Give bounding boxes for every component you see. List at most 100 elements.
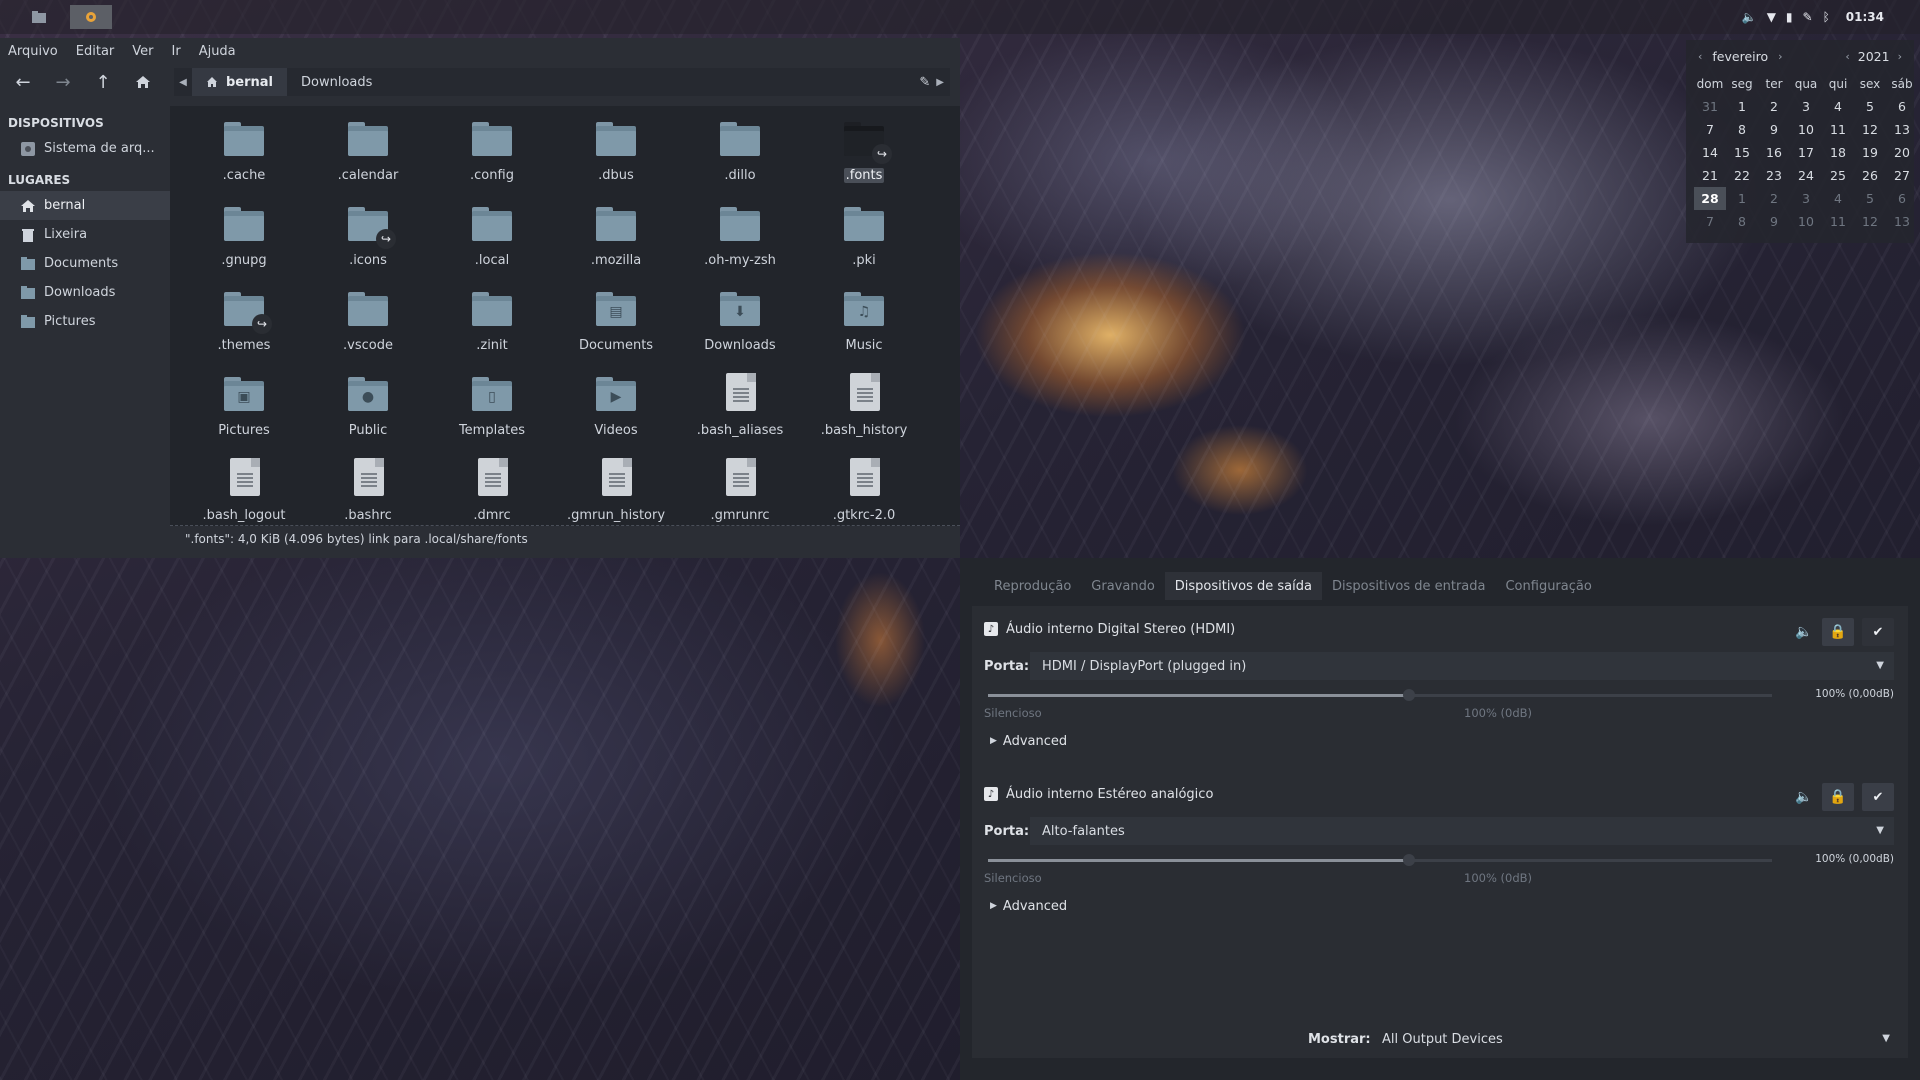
calendar-day[interactable]: 4 [1822, 187, 1854, 210]
next-month-button[interactable]: › [1774, 50, 1786, 63]
folder-item[interactable]: ♫ Music [802, 286, 926, 371]
file-item[interactable]: .gmrun_history [554, 456, 678, 541]
calendar-day[interactable]: 3 [1790, 187, 1822, 210]
file-item[interactable]: .bashrc [306, 456, 430, 541]
calendar-day[interactable]: 13 [1886, 118, 1918, 141]
calendar-day[interactable]: 6 [1886, 95, 1918, 118]
calendar-day[interactable]: 2 [1758, 187, 1790, 210]
folder-item[interactable]: ▶ Videos [554, 371, 678, 456]
file-item[interactable]: .bash_logout [182, 456, 306, 541]
calendar-day[interactable]: 22 [1726, 164, 1758, 187]
calendar-day[interactable]: 14 [1694, 141, 1726, 164]
folder-item[interactable]: ⬇ Downloads [678, 286, 802, 371]
calendar-day[interactable]: 12 [1854, 210, 1886, 233]
calendar-day[interactable]: 6 [1886, 187, 1918, 210]
folder-item[interactable]: ▯ Templates [430, 371, 554, 456]
sidebar-item-downloads[interactable]: Downloads [0, 278, 170, 307]
sidebar-item-trash[interactable]: Lixeira [0, 220, 170, 249]
clock[interactable]: 01:34 [1846, 10, 1884, 24]
folder-item[interactable]: ● Public [306, 371, 430, 456]
lock-channels-button[interactable]: 🔒 [1822, 618, 1854, 646]
tab-playback[interactable]: Reprodução [984, 572, 1081, 600]
tab-configuration[interactable]: Configuração [1495, 572, 1601, 600]
folder-item[interactable]: .config [430, 116, 554, 201]
folder-item[interactable]: .calendar [306, 116, 430, 201]
active-window-launcher[interactable] [70, 5, 112, 29]
calendar-day[interactable]: 17 [1790, 141, 1822, 164]
calendar-day[interactable]: 5 [1854, 95, 1886, 118]
prev-year-button[interactable]: ‹ [1841, 50, 1853, 63]
calendar-day[interactable]: 27 [1886, 164, 1918, 187]
calendar-day[interactable]: 15 [1726, 141, 1758, 164]
sidebar-item-filesystem[interactable]: Sistema de arq... [0, 134, 170, 163]
path-segment-downloads[interactable]: Downloads [287, 68, 386, 96]
menu-ver[interactable]: Ver [132, 44, 153, 59]
calendar-day[interactable]: 21 [1694, 164, 1726, 187]
calendar-day[interactable]: 20 [1886, 141, 1918, 164]
folder-item[interactable]: ▣ Pictures [182, 371, 306, 456]
calendar-day[interactable]: 24 [1790, 164, 1822, 187]
menu-arquivo[interactable]: Arquivo [8, 44, 58, 59]
files-launcher[interactable] [18, 5, 60, 29]
folder-item[interactable]: ↪ .themes [182, 286, 306, 371]
show-select[interactable]: All Output Devices ▼ [1372, 1025, 1902, 1053]
mute-button[interactable]: 🔈 [1794, 787, 1814, 807]
folder-item[interactable]: .oh-my-zsh [678, 201, 802, 286]
calendar-day[interactable]: 13 [1886, 210, 1918, 233]
folder-item[interactable]: .local [430, 201, 554, 286]
calendar-day[interactable]: 31 [1694, 95, 1726, 118]
menu-ajuda[interactable]: Ajuda [199, 44, 236, 59]
mute-button[interactable]: 🔈 [1794, 622, 1814, 642]
sidebar-item-home[interactable]: bernal [0, 191, 170, 220]
calendar-day[interactable]: 10 [1790, 210, 1822, 233]
folder-item[interactable]: .mozilla [554, 201, 678, 286]
file-item[interactable]: .gtkrc-2.0 [802, 456, 926, 541]
calendar-day[interactable]: 11 [1822, 210, 1854, 233]
folder-item[interactable]: ↪ .icons [306, 201, 430, 286]
calendar-day[interactable]: 9 [1758, 118, 1790, 141]
calendar-day[interactable]: 1 [1726, 95, 1758, 118]
port-select[interactable]: HDMI / DisplayPort (plugged in) ▼ [1030, 652, 1894, 680]
volume-slider-handle[interactable] [1403, 689, 1415, 701]
file-item[interactable]: .gmrunrc [678, 456, 802, 541]
folder-item[interactable]: .dbus [554, 116, 678, 201]
volume-icon[interactable]: 🔈 [1742, 10, 1757, 24]
calendar-day[interactable]: 3 [1790, 95, 1822, 118]
pencil-icon[interactable]: ✎ [919, 75, 930, 90]
path-scroll-left[interactable]: ◀ [174, 77, 192, 88]
file-item[interactable]: .bash_history [802, 371, 926, 456]
edit-icon[interactable]: ✎ [1803, 10, 1813, 24]
menu-ir[interactable]: Ir [172, 44, 181, 59]
set-default-button[interactable]: ✔ [1862, 783, 1894, 811]
calendar-day[interactable]: 8 [1726, 118, 1758, 141]
folder-item[interactable]: .pki [802, 201, 926, 286]
lock-channels-button[interactable]: 🔒 [1822, 783, 1854, 811]
folder-item[interactable]: ↪ .fonts [802, 116, 926, 201]
calendar-day[interactable]: 12 [1854, 118, 1886, 141]
calendar-day[interactable]: 10 [1790, 118, 1822, 141]
file-item[interactable]: .dmrc [430, 456, 554, 541]
tab-recording[interactable]: Gravando [1081, 572, 1165, 600]
back-button[interactable]: ← [10, 69, 36, 95]
prev-month-button[interactable]: ‹ [1694, 50, 1706, 63]
menu-editar[interactable]: Editar [76, 44, 115, 59]
calendar-day[interactable]: 5 [1854, 187, 1886, 210]
calendar-day[interactable]: 8 [1726, 210, 1758, 233]
volume-slider[interactable] [988, 854, 1772, 866]
advanced-expander[interactable]: ▶ Advanced [984, 895, 1894, 917]
calendar-day[interactable]: 18 [1822, 141, 1854, 164]
bluetooth-icon[interactable]: ᛒ [1823, 10, 1830, 24]
volume-slider[interactable] [988, 689, 1772, 701]
port-select[interactable]: Alto-falantes ▼ [1030, 817, 1894, 845]
tab-input-devices[interactable]: Dispositivos de entrada [1322, 572, 1496, 600]
wifi-icon[interactable]: ▼ [1767, 10, 1776, 24]
path-segment-home[interactable]: bernal [192, 68, 288, 96]
folder-item[interactable]: .dillo [678, 116, 802, 201]
folder-item[interactable]: .vscode [306, 286, 430, 371]
up-button[interactable]: ↑ [90, 69, 116, 95]
folder-item[interactable]: .cache [182, 116, 306, 201]
battery-icon[interactable]: ▮ [1786, 10, 1793, 24]
calendar-day[interactable]: 16 [1758, 141, 1790, 164]
sidebar-item-documents[interactable]: Documents [0, 249, 170, 278]
set-default-button[interactable]: ✔ [1862, 618, 1894, 646]
